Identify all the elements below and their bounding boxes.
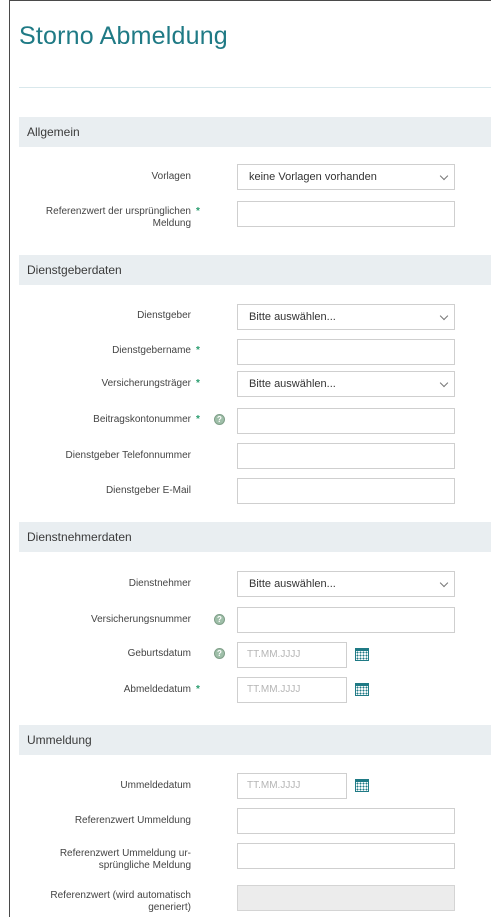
help-icon[interactable]: ? <box>214 414 225 425</box>
dienstnehmer-select[interactable]: Bitte auswählen... <box>237 571 455 597</box>
page-title: Storno Abmeldung <box>19 22 228 50</box>
help-icon[interactable]: ? <box>214 614 225 625</box>
ref-auto-label-line1: Referenzwert (wird automatisch <box>50 890 191 901</box>
calendar-icon[interactable] <box>355 648 369 661</box>
beitragskontonummer-label: Beitragskontonummer <box>93 414 191 425</box>
ref-urspr-label-line1: Referenzwert Ummeldung ur- <box>59 848 191 859</box>
telefon-label: Dienstgeber Telefonnummer <box>65 450 191 461</box>
help-icon[interactable]: ? <box>214 648 225 659</box>
versicherungstraeger-value: Bitte auswählen... <box>249 378 336 390</box>
required-marker: * <box>196 206 200 217</box>
referenzwert-input[interactable] <box>237 201 455 227</box>
geburtsdatum-input[interactable]: TT.MM.JJJJ <box>237 642 347 668</box>
referenzwert-label-line1: Referenzwert der ursprünglichen <box>45 206 191 217</box>
required-marker: * <box>196 378 200 389</box>
versicherungsnummer-input[interactable] <box>237 607 455 633</box>
versicherungstraeger-label: Versicherungsträger <box>101 378 192 389</box>
chevron-down-icon <box>439 171 449 181</box>
chevron-down-icon <box>439 311 449 321</box>
ref-auto-input <box>237 885 455 911</box>
chevron-down-icon <box>439 378 449 388</box>
vorlagen-select[interactable]: keine Vorlagen vorhanden <box>237 164 455 190</box>
calendar-icon[interactable] <box>355 683 369 696</box>
ummeldedatum-label: Ummeldedatum <box>120 780 191 791</box>
referenzwert-label: Referenzwert der ursprünglichen Meldung <box>19 206 191 230</box>
section-header-allgemein: Allgemein <box>19 117 491 147</box>
abmeldedatum-input[interactable]: TT.MM.JJJJ <box>237 677 347 703</box>
required-marker: * <box>196 684 200 695</box>
email-input[interactable] <box>237 478 455 504</box>
ref-urspr-label-line2: sprüngliche Meldung <box>98 860 191 871</box>
email-label: Dienstgeber E-Mail <box>105 485 191 496</box>
dienstgebername-label: Dienstgebername <box>112 345 191 356</box>
ummeldedatum-input[interactable]: TT.MM.JJJJ <box>237 773 347 799</box>
beitragskontonummer-input[interactable] <box>237 408 455 434</box>
ref-ummeldung-input[interactable] <box>237 808 455 834</box>
ref-urspr-input[interactable] <box>237 843 455 869</box>
versicherungsnummer-label: Versicherungsnummer <box>90 614 191 625</box>
section-header-dienstgeber: Dienstgeberdaten <box>19 255 491 285</box>
vorlagen-label: Vorlagen <box>151 171 191 182</box>
ref-auto-label-line2: generiert) <box>148 902 191 913</box>
required-marker: * <box>196 345 200 356</box>
title-divider <box>19 87 491 88</box>
dienstnehmer-value: Bitte auswählen... <box>249 578 336 590</box>
geburtsdatum-label: Geburtsdatum <box>127 648 191 659</box>
dienstgebername-input[interactable] <box>237 339 455 365</box>
section-header-dienstnehmer: Dienstnehmerdaten <box>19 522 491 552</box>
versicherungstraeger-select[interactable]: Bitte auswählen... <box>237 371 455 397</box>
referenzwert-label-line2: Meldung <box>152 218 191 229</box>
abmeldedatum-label: Abmeldedatum <box>123 684 191 695</box>
dienstnehmer-label: Dienstnehmer <box>128 578 191 589</box>
telefon-input[interactable] <box>237 443 455 469</box>
dienstgeber-select[interactable]: Bitte auswählen... <box>237 304 455 330</box>
vorlagen-value: keine Vorlagen vorhanden <box>249 171 377 183</box>
calendar-icon[interactable] <box>355 779 369 792</box>
dienstgeber-label: Dienstgeber <box>137 310 191 321</box>
ref-urspr-label: Referenzwert Ummeldung ur- sprüngliche M… <box>19 848 191 872</box>
required-marker: * <box>196 414 200 425</box>
section-header-ummeldung: Ummeldung <box>19 725 491 755</box>
chevron-down-icon <box>439 578 449 588</box>
dienstgeber-value: Bitte auswählen... <box>249 311 336 323</box>
ref-auto-label: Referenzwert (wird automatisch generiert… <box>19 890 191 914</box>
ref-ummeldung-label: Referenzwert Ummeldung <box>74 815 191 826</box>
